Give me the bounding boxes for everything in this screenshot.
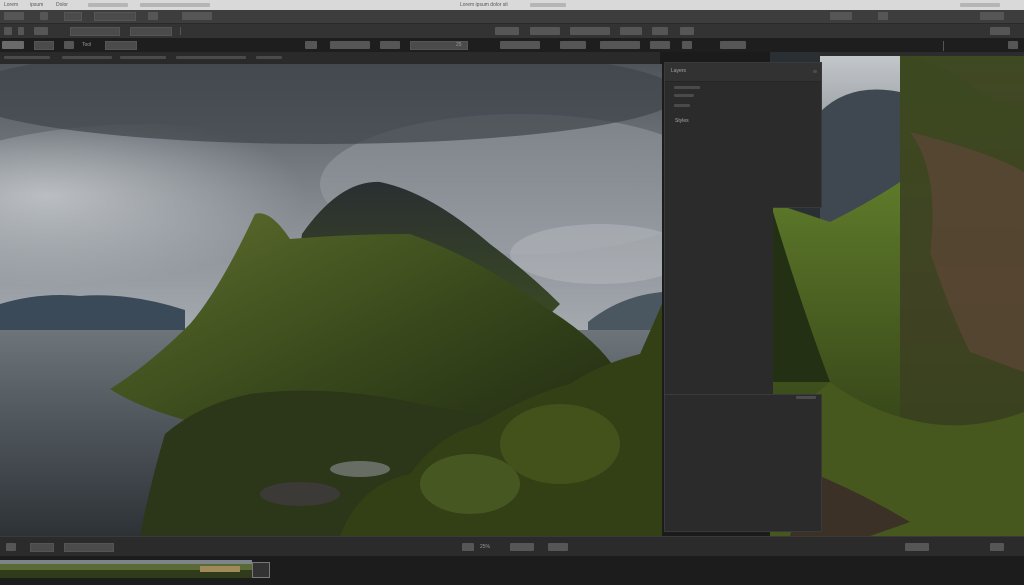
panel-section-label: Styles	[675, 118, 689, 124]
status-field[interactable]	[64, 543, 114, 552]
home-button[interactable]	[4, 12, 24, 20]
layers-panel-body	[664, 206, 773, 396]
ruler-segment	[256, 56, 282, 59]
ruler-segment	[4, 56, 50, 59]
panel-row[interactable]	[674, 86, 700, 89]
status-slider[interactable]	[905, 543, 929, 551]
filmstrip-thumbnail[interactable]	[0, 560, 252, 578]
option-button[interactable]	[500, 41, 540, 49]
zoom-readout: 25%	[480, 544, 491, 550]
status-button[interactable]	[6, 543, 16, 551]
window-title: Lorem ipsum dolor sit	[460, 2, 508, 8]
option-button[interactable]	[530, 27, 560, 35]
option-button[interactable]	[682, 41, 692, 49]
status-button[interactable]	[510, 543, 534, 551]
option-button[interactable]	[652, 27, 668, 35]
option-button[interactable]	[620, 27, 642, 35]
panel-row[interactable]	[796, 396, 816, 399]
menu-placeholder	[530, 3, 566, 7]
panel-row[interactable]	[674, 94, 694, 97]
layers-panel	[664, 62, 822, 208]
layers-panel-footer	[664, 394, 822, 532]
ruler-segment	[176, 56, 246, 59]
status-bar: 25%	[0, 536, 1024, 557]
tool-button[interactable]	[40, 12, 48, 20]
filmstrip-selected-frame[interactable]	[252, 562, 270, 578]
option-button[interactable]	[720, 41, 746, 49]
photo-border	[820, 52, 1024, 56]
rulers-bar	[0, 52, 660, 64]
option-field[interactable]	[105, 41, 137, 50]
search-button[interactable]	[980, 12, 1004, 20]
option-button[interactable]	[330, 41, 370, 49]
panel-header: Layers	[665, 63, 821, 82]
option-button[interactable]	[34, 27, 48, 35]
option-button[interactable]	[650, 41, 670, 49]
option-field[interactable]	[70, 27, 120, 36]
tool-preset-button[interactable]	[4, 27, 12, 35]
ruler-segment	[120, 56, 166, 59]
option-button[interactable]	[18, 27, 24, 35]
application-bar	[0, 10, 1024, 24]
thumbnail-image	[0, 560, 252, 578]
menu-placeholder	[140, 3, 210, 7]
menu-item[interactable]: Dolor	[56, 1, 68, 9]
document-tab-bar: Tool 25	[0, 38, 1024, 52]
tool-button[interactable]	[148, 12, 158, 20]
options-bar	[0, 24, 1024, 39]
separator	[180, 27, 181, 35]
menu-item[interactable]: Lorem	[4, 1, 18, 9]
option-button[interactable]	[560, 41, 586, 49]
option-field[interactable]	[34, 41, 54, 50]
playback-button[interactable]	[462, 543, 474, 551]
tool-button[interactable]	[182, 12, 212, 20]
menu-bar: Lorem ipsum Dolor Lorem ipsum dolor sit	[0, 0, 1024, 10]
option-button[interactable]	[600, 41, 640, 49]
menu-item[interactable]: ipsum	[30, 1, 43, 9]
option-button[interactable]	[64, 41, 74, 49]
option-button[interactable]	[680, 27, 694, 35]
option-button[interactable]	[990, 27, 1010, 35]
option-field[interactable]	[94, 12, 136, 21]
option-field[interactable]	[64, 12, 82, 21]
separator	[943, 41, 944, 51]
image-canvas[interactable]	[0, 64, 662, 536]
option-button[interactable]	[305, 41, 317, 49]
status-button[interactable]	[548, 543, 568, 551]
document-tab[interactable]	[2, 41, 24, 49]
menu-placeholder	[88, 3, 128, 7]
menu-placeholder	[960, 3, 1000, 7]
landscape-photo	[0, 64, 662, 536]
workspace-button[interactable]	[830, 12, 852, 20]
status-field[interactable]	[30, 543, 54, 552]
ruler-segment	[62, 56, 112, 59]
zoom-value: 25	[456, 42, 462, 48]
panel-row[interactable]	[674, 104, 690, 107]
option-button[interactable]	[570, 27, 610, 35]
option-button[interactable]	[380, 41, 400, 49]
option-button[interactable]	[495, 27, 519, 35]
status-button[interactable]	[990, 543, 1004, 551]
tool-label: Tool	[82, 42, 92, 48]
option-field[interactable]	[130, 27, 172, 36]
option-button[interactable]	[1008, 41, 1018, 49]
workspace-button[interactable]	[878, 12, 888, 20]
panel-menu-icon[interactable]	[813, 70, 817, 73]
panel-title[interactable]: Layers	[671, 68, 686, 74]
